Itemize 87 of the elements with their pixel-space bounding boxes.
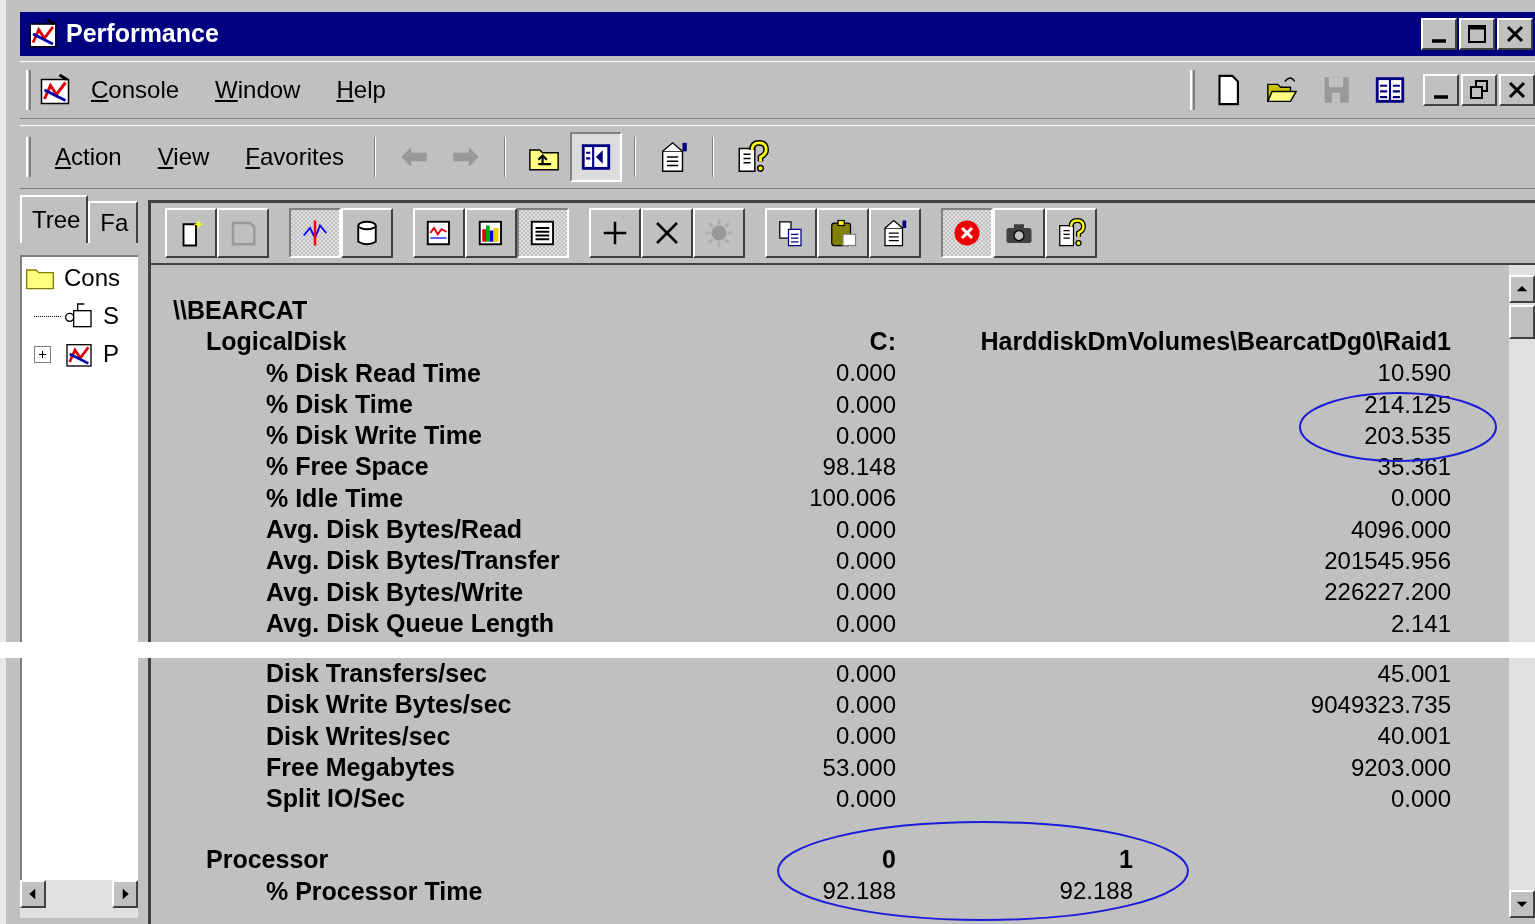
counter-value: 214.125 xyxy=(1364,389,1451,420)
counter-name: % Processor Time xyxy=(266,875,484,907)
counter-name: Disk Writes/sec xyxy=(266,720,452,752)
instance-name: C: xyxy=(869,326,896,358)
toolbar-button[interactable] xyxy=(570,132,623,182)
menu-item[interactable]: Console xyxy=(73,72,198,108)
counter-name: Avg. Disk Bytes/Read xyxy=(266,514,524,545)
tree-item[interactable]: S xyxy=(103,298,119,334)
counter-value: 92.188 xyxy=(1059,876,1133,907)
scroll-button[interactable] xyxy=(1509,275,1535,303)
scroll-button[interactable] xyxy=(20,880,46,908)
counter-value: 9203.000 xyxy=(1350,752,1451,783)
menu-item[interactable]: Window xyxy=(197,72,319,108)
counter-name: % Disk Time xyxy=(266,388,414,420)
minimize-icon xyxy=(1434,95,1448,99)
counter-value: 0.000 xyxy=(835,546,896,577)
stop-icon xyxy=(952,218,982,248)
clipboard-icon xyxy=(828,218,858,248)
counter-value: 92.188 xyxy=(822,876,896,907)
help-icon xyxy=(1056,218,1086,248)
scroll-button[interactable] xyxy=(1509,890,1535,918)
counter-value: 0.000 xyxy=(835,577,896,608)
counter-value: 0.000 xyxy=(835,389,896,420)
counter-name: % Disk Write Time xyxy=(266,420,483,452)
counter-value: 201545.956 xyxy=(1324,546,1451,577)
toolbar-button[interactable] xyxy=(517,208,569,258)
counter-name: Avg. Disk Bytes/Transfer xyxy=(266,545,561,577)
tab[interactable]: Tree xyxy=(20,195,89,243)
counter-value: 203.535 xyxy=(1364,420,1451,451)
menu-item[interactable]: Favorites xyxy=(227,139,363,175)
counter-value: 226227.200 xyxy=(1324,577,1451,608)
scroll-button[interactable] xyxy=(112,880,138,908)
window-button[interactable] xyxy=(1421,18,1457,50)
counter-name: Disk Transfers/sec xyxy=(266,658,488,689)
sunburst-icon xyxy=(704,218,734,248)
child-window-button[interactable] xyxy=(1423,74,1459,106)
counter-value: 0.000 xyxy=(835,658,896,689)
counter-value: 0.000 xyxy=(835,721,896,752)
counter-value: 9049323.735 xyxy=(1310,689,1451,720)
instance-name: 0 xyxy=(882,844,896,876)
counter-name: % Disk Read Time xyxy=(266,357,482,389)
counter-value: 4096.000 xyxy=(1350,514,1451,545)
counter-name: % Idle Time xyxy=(266,482,405,514)
counter-value: 0.000 xyxy=(1390,483,1451,514)
counter-value: 10.590 xyxy=(1377,358,1451,389)
counter-value: 0.000 xyxy=(835,420,896,451)
host-name: \\BEARCAT xyxy=(173,294,308,326)
counter-name: Split IO/Sec xyxy=(266,783,406,815)
object-name: LogicalDisk xyxy=(206,326,348,358)
window-button[interactable] xyxy=(1459,18,1495,50)
child-window-button[interactable] xyxy=(1499,74,1535,106)
tree-item[interactable]: Cons xyxy=(64,260,121,296)
counter-value: 100.006 xyxy=(809,483,896,514)
toolbar-button[interactable] xyxy=(289,208,341,258)
menu-item[interactable]: Help xyxy=(318,72,404,108)
counter-value: 98.148 xyxy=(822,452,896,483)
scroll-thumb[interactable] xyxy=(1509,305,1535,339)
counter-value: 0.000 xyxy=(835,689,896,720)
counter-value: 0.000 xyxy=(835,514,896,545)
counter-value: 40.001 xyxy=(1377,721,1451,752)
instance-name: 1 xyxy=(1119,844,1133,876)
counter-name: % Free Space xyxy=(266,451,430,483)
instance-name: HarddiskDmVolumes\BearcatDg0\Raid1 xyxy=(980,326,1451,358)
counter-value: 0.000 xyxy=(835,608,896,639)
maximize-icon xyxy=(1465,22,1489,46)
child-window-button[interactable] xyxy=(1461,74,1497,106)
window-button[interactable] xyxy=(1497,18,1533,50)
counter-name: Avg. Disk Bytes/Write xyxy=(266,576,525,608)
minimize-icon xyxy=(1432,39,1446,43)
window-title: Performance xyxy=(66,18,220,50)
counter-value: 45.001 xyxy=(1377,658,1451,689)
counter-name: Free Megabytes xyxy=(266,751,456,783)
counter-value: 53.000 xyxy=(822,752,896,783)
counter-name: Disk Write Bytes/sec xyxy=(266,689,513,721)
menu-item[interactable]: View xyxy=(139,139,228,175)
counter-value: 2.141 xyxy=(1390,608,1451,639)
counter-name: Avg. Disk Queue Length xyxy=(266,607,555,639)
counter-value: 0.000 xyxy=(835,358,896,389)
restore-icon xyxy=(1467,78,1491,102)
spikes-icon xyxy=(300,218,330,248)
tab[interactable]: Fa xyxy=(88,201,138,243)
object-name: Processor xyxy=(206,844,330,876)
menu-item[interactable]: Action xyxy=(37,139,140,175)
expand-icon[interactable] xyxy=(34,345,51,363)
tree-item[interactable]: P xyxy=(103,336,119,372)
counter-value: 0.000 xyxy=(835,783,896,814)
counter-value: 0.000 xyxy=(1390,783,1451,814)
